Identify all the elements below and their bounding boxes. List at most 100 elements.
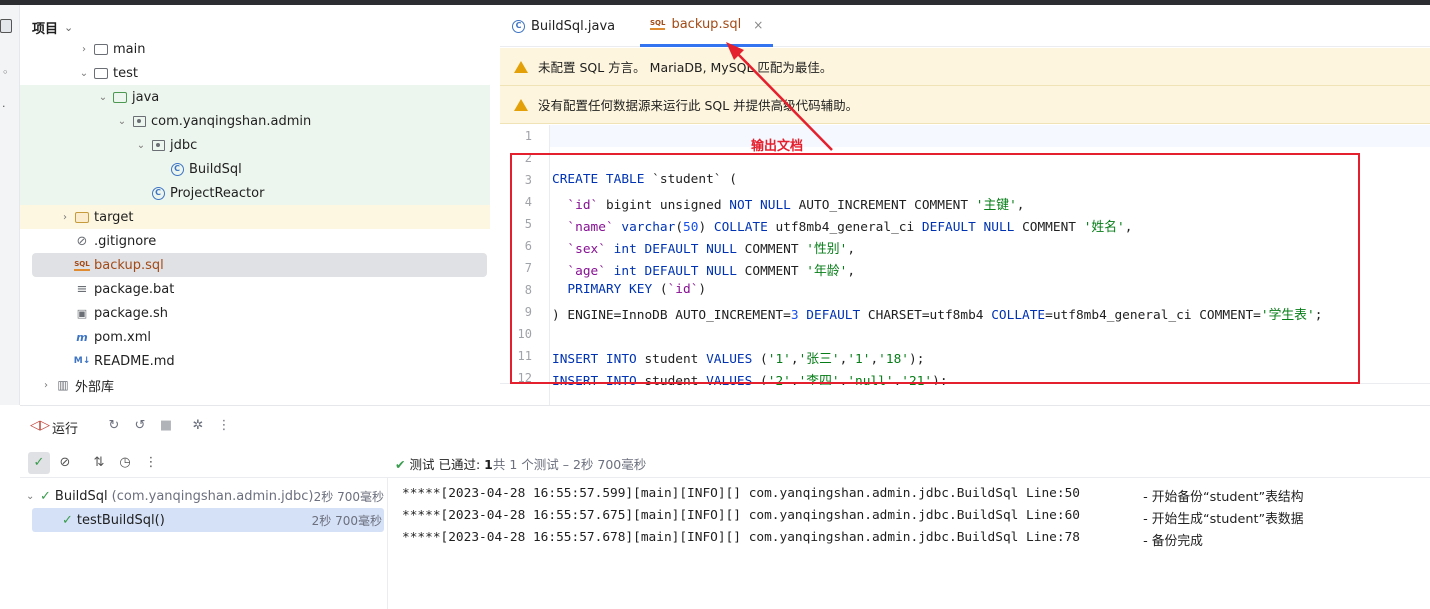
tree-item-java[interactable]: ⌄ java [20,85,490,109]
class-icon: C [169,162,185,176]
class-icon: C [150,186,166,200]
duration-icon[interactable]: ◷ [114,452,136,474]
test-toolbar: ✓ ⊘ ⇅ ◷ ⋮ ✔ 测试 已通过: 1共 1 个测试 – 2秒 700毫秒 [20,446,1430,478]
warning-icon [514,98,528,111]
chevron-right-icon[interactable]: › [39,380,53,391]
tree-item-readme-md[interactable]: M↓ README.md [20,349,490,373]
tree-item-main[interactable]: › main [20,37,490,61]
console-line: *****[2023-04-28 16:55:57.599][main][INF… [402,486,1080,501]
test-tree: ⌄ ✓ BuildSql (com.yanqingshan.admin.jdbc… [20,478,388,609]
tab-buildsql[interactable]: C BuildSql.java [512,5,615,47]
tree-item-label: ProjectReactor [170,185,265,201]
test-row-testbuildsql[interactable]: ✓ testBuildSql() 2秒 700毫秒 [32,508,384,532]
tree-item-projectreactor[interactable]: C ProjectReactor [20,181,490,205]
tree-item-target[interactable]: › target [20,205,490,229]
excluded-folder-icon [74,210,90,224]
class-icon: C [512,19,525,33]
tool-window-strip: ◦ · [0,5,20,405]
markdown-icon: M↓ [73,356,91,366]
tree-item-pom-xml[interactable]: m pom.xml [20,325,490,349]
check-icon: ✓ [62,512,73,528]
test-detail: (com.yanqingshan.admin.jdbc) [111,488,314,504]
chevron-down-icon[interactable]: ⌄ [134,140,148,151]
source-folder-icon [112,90,128,104]
tree-item-buildsql[interactable]: C BuildSql [20,157,490,181]
maven-icon: m [76,330,88,344]
chevron-right-icon[interactable]: › [58,212,72,223]
tree-item-label: backup.sql [94,257,164,273]
line-number: 1 [524,129,532,143]
library-icon: ▥ [57,378,69,392]
datasource-warning-banner: 没有配置任何数据源来运行此 SQL 并提供高级代码辅助。 [500,86,1430,124]
tree-item-label: main [113,41,146,57]
console-line: *****[2023-04-28 16:55:57.675][main][INF… [402,508,1080,523]
project-tool-icon[interactable] [0,19,12,33]
tree-item-label: pom.xml [94,329,151,345]
chevron-down-icon[interactable]: ⌄ [77,68,91,79]
more-tools-icon[interactable]: · [2,101,14,113]
sql-icon: SQL [74,258,90,272]
tree-item-label: package.bat [94,281,175,297]
test-time: 2秒 700毫秒 [313,489,384,504]
chevron-down-icon[interactable]: ⌄ [115,116,129,127]
project-header[interactable]: 项目 ⌄ [32,18,73,37]
tree-item-label: 外部库 [75,379,115,395]
tree-item-test[interactable]: ⌄ test [20,61,490,85]
tab-label: backup.sql [671,17,742,32]
package-icon [131,114,147,128]
output-highlight-box [510,153,1360,384]
tree-item-label: jdbc [170,137,198,153]
test-name: BuildSql [54,488,108,504]
more-icon[interactable]: ⋮ [140,452,162,474]
tree-item-gitignore[interactable]: ⊘ .gitignore [20,229,490,253]
console-message: - 开始生成“student”表数据 [1139,512,1304,527]
tree-item-label: com.yanqingshan.admin [151,113,312,129]
tree-item-label: .gitignore [94,233,157,249]
ignore-file-icon: ⊘ [76,233,88,249]
tree-item-label: java [132,89,160,105]
status-count: 1 [484,457,493,472]
debug-icon[interactable]: ✲ [190,418,206,434]
console-message: - 开始备份“student”表结构 [1139,490,1304,505]
tree-item-jdbc[interactable]: ⌄ jdbc [20,133,490,157]
close-icon[interactable]: × [753,18,763,32]
tree-item-label: package.sh [94,305,169,321]
run-title: 运行 [52,422,79,437]
tab-label: BuildSql.java [531,18,616,34]
status-passed: 测试 已通过: [409,457,481,472]
more-icon[interactable]: ⋮ [216,418,232,434]
stop-icon[interactable]: ■ [158,418,174,434]
show-passed-icon[interactable]: ✓ [28,452,50,474]
chevron-right-icon[interactable]: › [77,44,91,55]
tree-item-package-sh[interactable]: ▣ package.sh [20,301,490,325]
tree-item-label: README.md [94,353,175,369]
rerun-icon[interactable]: ↻ [106,418,122,434]
tree-item-[interactable]: › ▥ 外部库 [20,373,490,397]
package-icon [150,138,166,152]
rerun-failed-icon[interactable]: ↺ [132,418,148,434]
folder-icon [93,66,109,80]
tree-item-label: target [94,209,134,225]
sql-icon: SQL [650,19,666,30]
status-time: – 2秒 700毫秒 [562,457,647,472]
run-panel: ◁▷ 运行 ↻ ↺ ■ ✲ ⋮ ✓ ⊘ ⇅ ◷ ⋮ ✔ 测试 已通过: 1共 1… [20,405,1430,609]
project-panel: 项目 ⌄ › main ⌄ test ⌄ java ⌄ com.yanqingshan.adm… [20,5,499,405]
editor-tabs: C BuildSql.java SQL backup.sql × [500,5,1430,47]
project-title: 项目 [32,22,59,37]
console-message: - 备份完成 [1139,534,1203,549]
tree-item-backup-sql[interactable]: SQL backup.sql [32,253,487,277]
test-time: 2秒 700毫秒 [311,513,382,528]
tree-item-com-yanqingshan-admin[interactable]: ⌄ com.yanqingshan.admin [20,109,490,133]
check-icon: ✓ [40,488,51,504]
commit-tool-icon[interactable]: ◦ [2,67,14,79]
tree-item-package-bat[interactable]: ≡ package.bat [20,277,490,301]
console-line: *****[2023-04-28 16:55:57.678][main][INF… [402,530,1080,545]
console-output[interactable]: *****[2023-04-28 16:55:57.599][main][INF… [402,478,1430,609]
chevron-down-icon[interactable]: ⌄ [96,92,110,103]
sort-icon[interactable]: ⇅ [88,452,110,474]
test-status: ✔ 测试 已通过: 1共 1 个测试 – 2秒 700毫秒 [395,454,646,473]
show-ignored-icon[interactable]: ⊘ [54,452,76,474]
test-row-buildsql[interactable]: ⌄ ✓ BuildSql (com.yanqingshan.admin.jdbc… [26,484,386,508]
run-icon: ◁▷ [30,418,50,433]
folder-icon [93,42,109,56]
